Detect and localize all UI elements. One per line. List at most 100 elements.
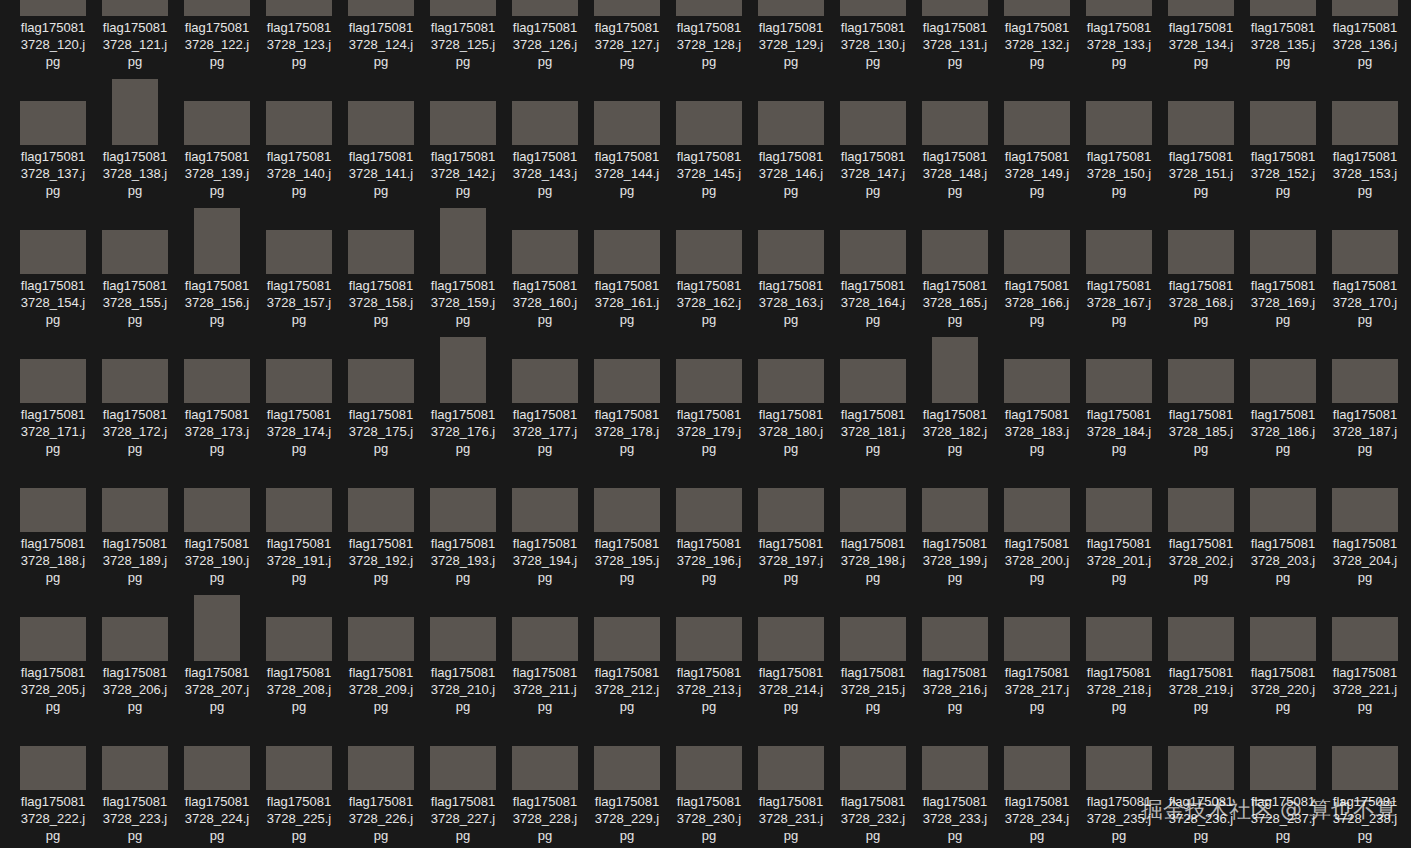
file-item[interactable]: flag1750813728_225.jpg <box>258 715 340 844</box>
file-item[interactable]: flag1750813728_130.jpg <box>832 0 914 70</box>
file-item[interactable]: flag1750813728_162.jpg <box>668 199 750 328</box>
file-item[interactable]: flag1750813728_131.jpg <box>914 0 996 70</box>
file-item[interactable]: flag1750813728_233.jpg <box>914 715 996 844</box>
file-item[interactable]: flag1750813728_220.jpg <box>1242 586 1324 715</box>
file-item[interactable]: flag1750813728_216.jpg <box>914 586 996 715</box>
file-item[interactable]: flag1750813728_145.jpg <box>668 70 750 199</box>
file-item[interactable]: flag1750813728_124.jpg <box>340 0 422 70</box>
file-item[interactable]: flag1750813728_191.jpg <box>258 457 340 586</box>
file-item[interactable]: flag1750813728_163.jpg <box>750 199 832 328</box>
file-item[interactable]: flag1750813728_238.jpg <box>1324 715 1406 844</box>
file-item[interactable]: flag1750813728_151.jpg <box>1160 70 1242 199</box>
file-item[interactable]: flag1750813728_161.jpg <box>586 199 668 328</box>
file-item[interactable]: flag1750813728_146.jpg <box>750 70 832 199</box>
file-item[interactable]: flag1750813728_192.jpg <box>340 457 422 586</box>
file-item[interactable]: flag1750813728_196.jpg <box>668 457 750 586</box>
file-item[interactable]: flag1750813728_206.jpg <box>94 586 176 715</box>
file-item[interactable]: flag1750813728_167.jpg <box>1078 199 1160 328</box>
file-item[interactable]: flag1750813728_190.jpg <box>176 457 258 586</box>
file-item[interactable]: flag1750813728_207.jpg <box>176 586 258 715</box>
file-item[interactable]: flag1750813728_149.jpg <box>996 70 1078 199</box>
file-item[interactable]: flag1750813728_154.jpg <box>12 199 94 328</box>
file-item[interactable]: flag1750813728_202.jpg <box>1160 457 1242 586</box>
file-item[interactable]: flag1750813728_215.jpg <box>832 586 914 715</box>
file-item[interactable]: flag1750813728_123.jpg <box>258 0 340 70</box>
file-item[interactable]: flag1750813728_173.jpg <box>176 328 258 457</box>
file-item[interactable]: flag1750813728_164.jpg <box>832 199 914 328</box>
file-item[interactable]: flag1750813728_137.jpg <box>12 70 94 199</box>
file-item[interactable]: flag1750813728_152.jpg <box>1242 70 1324 199</box>
file-item[interactable]: flag1750813728_175.jpg <box>340 328 422 457</box>
file-item[interactable]: flag1750813728_181.jpg <box>832 328 914 457</box>
file-item[interactable]: flag1750813728_157.jpg <box>258 199 340 328</box>
file-item[interactable]: flag1750813728_222.jpg <box>12 715 94 844</box>
file-item[interactable]: flag1750813728_148.jpg <box>914 70 996 199</box>
file-item[interactable]: flag1750813728_236.jpg <box>1160 715 1242 844</box>
file-item[interactable]: flag1750813728_221.jpg <box>1324 586 1406 715</box>
file-item[interactable]: flag1750813728_197.jpg <box>750 457 832 586</box>
file-item[interactable]: flag1750813728_128.jpg <box>668 0 750 70</box>
file-item[interactable]: flag1750813728_211.jpg <box>504 586 586 715</box>
file-item[interactable]: flag1750813728_147.jpg <box>832 70 914 199</box>
file-item[interactable]: flag1750813728_227.jpg <box>422 715 504 844</box>
file-item[interactable]: flag1750813728_174.jpg <box>258 328 340 457</box>
file-item[interactable]: flag1750813728_155.jpg <box>94 199 176 328</box>
file-item[interactable]: flag1750813728_187.jpg <box>1324 328 1406 457</box>
file-item[interactable]: flag1750813728_129.jpg <box>750 0 832 70</box>
file-item[interactable]: flag1750813728_125.jpg <box>422 0 504 70</box>
file-item[interactable]: flag1750813728_135.jpg <box>1242 0 1324 70</box>
file-item[interactable]: flag1750813728_231.jpg <box>750 715 832 844</box>
file-item[interactable]: flag1750813728_203.jpg <box>1242 457 1324 586</box>
file-item[interactable]: flag1750813728_170.jpg <box>1324 199 1406 328</box>
file-item[interactable]: flag1750813728_188.jpg <box>12 457 94 586</box>
file-item[interactable]: flag1750813728_195.jpg <box>586 457 668 586</box>
file-item[interactable]: flag1750813728_212.jpg <box>586 586 668 715</box>
file-item[interactable]: flag1750813728_178.jpg <box>586 328 668 457</box>
file-item[interactable]: flag1750813728_122.jpg <box>176 0 258 70</box>
file-item[interactable]: flag1750813728_133.jpg <box>1078 0 1160 70</box>
file-item[interactable]: flag1750813728_226.jpg <box>340 715 422 844</box>
file-item[interactable]: flag1750813728_141.jpg <box>340 70 422 199</box>
file-item[interactable]: flag1750813728_120.jpg <box>12 0 94 70</box>
file-item[interactable]: flag1750813728_198.jpg <box>832 457 914 586</box>
file-item[interactable]: flag1750813728_232.jpg <box>832 715 914 844</box>
file-item[interactable]: flag1750813728_159.jpg <box>422 199 504 328</box>
file-item[interactable]: flag1750813728_140.jpg <box>258 70 340 199</box>
file-item[interactable]: flag1750813728_177.jpg <box>504 328 586 457</box>
file-item[interactable]: flag1750813728_219.jpg <box>1160 586 1242 715</box>
file-item[interactable]: flag1750813728_230.jpg <box>668 715 750 844</box>
file-item[interactable]: flag1750813728_160.jpg <box>504 199 586 328</box>
file-item[interactable]: flag1750813728_166.jpg <box>996 199 1078 328</box>
file-item[interactable]: flag1750813728_126.jpg <box>504 0 586 70</box>
file-item[interactable]: flag1750813728_210.jpg <box>422 586 504 715</box>
file-item[interactable]: flag1750813728_169.jpg <box>1242 199 1324 328</box>
file-item[interactable]: flag1750813728_234.jpg <box>996 715 1078 844</box>
file-item[interactable]: flag1750813728_237.jpg <box>1242 715 1324 844</box>
file-item[interactable]: flag1750813728_158.jpg <box>340 199 422 328</box>
file-item[interactable]: flag1750813728_201.jpg <box>1078 457 1160 586</box>
file-item[interactable]: flag1750813728_199.jpg <box>914 457 996 586</box>
file-item[interactable]: flag1750813728_168.jpg <box>1160 199 1242 328</box>
file-item[interactable]: flag1750813728_143.jpg <box>504 70 586 199</box>
file-item[interactable]: flag1750813728_132.jpg <box>996 0 1078 70</box>
file-item[interactable]: flag1750813728_156.jpg <box>176 199 258 328</box>
file-item[interactable]: flag1750813728_185.jpg <box>1160 328 1242 457</box>
file-item[interactable]: flag1750813728_172.jpg <box>94 328 176 457</box>
file-item[interactable]: flag1750813728_136.jpg <box>1324 0 1406 70</box>
file-item[interactable]: flag1750813728_134.jpg <box>1160 0 1242 70</box>
file-item[interactable]: flag1750813728_184.jpg <box>1078 328 1160 457</box>
file-item[interactable]: flag1750813728_228.jpg <box>504 715 586 844</box>
file-item[interactable]: flag1750813728_182.jpg <box>914 328 996 457</box>
file-item[interactable]: flag1750813728_189.jpg <box>94 457 176 586</box>
file-item[interactable]: flag1750813728_209.jpg <box>340 586 422 715</box>
file-item[interactable]: flag1750813728_224.jpg <box>176 715 258 844</box>
file-item[interactable]: flag1750813728_214.jpg <box>750 586 832 715</box>
file-item[interactable]: flag1750813728_217.jpg <box>996 586 1078 715</box>
file-item[interactable]: flag1750813728_180.jpg <box>750 328 832 457</box>
file-item[interactable]: flag1750813728_165.jpg <box>914 199 996 328</box>
file-item[interactable]: flag1750813728_193.jpg <box>422 457 504 586</box>
file-item[interactable]: flag1750813728_153.jpg <box>1324 70 1406 199</box>
file-item[interactable]: flag1750813728_223.jpg <box>94 715 176 844</box>
file-item[interactable]: flag1750813728_204.jpg <box>1324 457 1406 586</box>
file-item[interactable]: flag1750813728_171.jpg <box>12 328 94 457</box>
